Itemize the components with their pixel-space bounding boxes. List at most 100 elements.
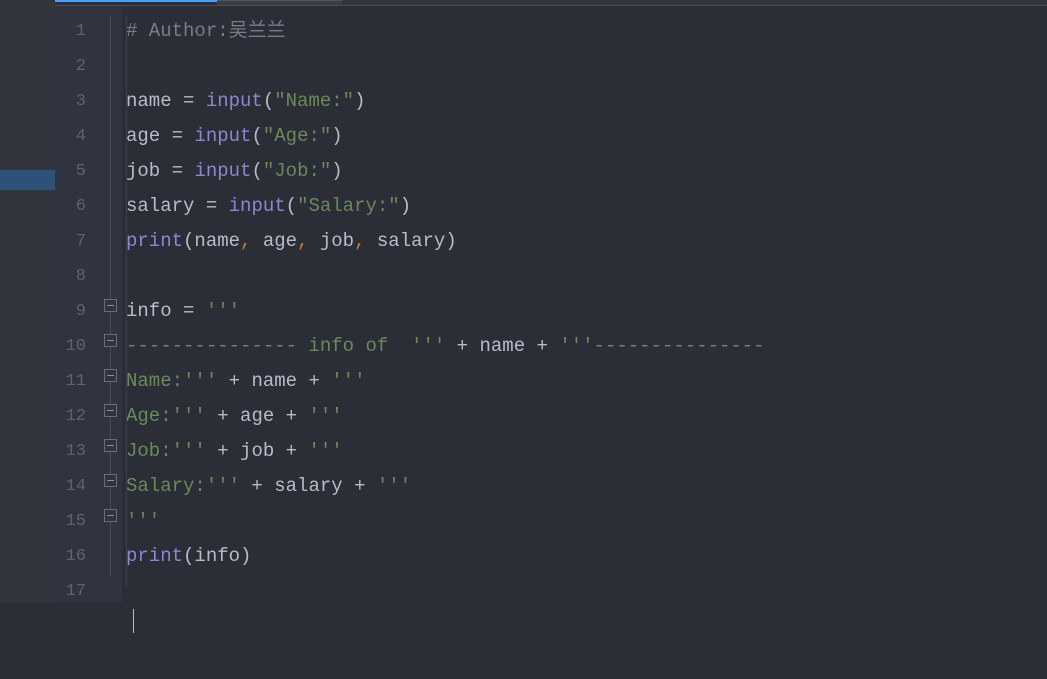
- builtin-function: input: [229, 195, 286, 217]
- operator: =: [172, 90, 206, 112]
- fold-column: [100, 6, 122, 602]
- code-line-14[interactable]: Salary:''' + salary + ''': [126, 469, 1047, 504]
- code-line-10[interactable]: --------------- info of ''' + name + '''…: [126, 329, 1047, 364]
- paren: (: [286, 195, 297, 217]
- fold-marker-icon[interactable]: [104, 404, 117, 417]
- line-number: 8: [55, 259, 86, 294]
- comma: ,: [354, 230, 365, 252]
- paren: (: [183, 545, 194, 567]
- operator: =: [160, 125, 194, 147]
- line-number: 9: [55, 294, 86, 329]
- string: ''': [308, 440, 342, 462]
- project-panel: [0, 0, 55, 602]
- builtin-function: print: [126, 545, 183, 567]
- paren: ): [331, 125, 342, 147]
- line-number: 7: [55, 224, 86, 259]
- comma: ,: [297, 230, 308, 252]
- paren: ): [400, 195, 411, 217]
- operator: +: [240, 475, 274, 497]
- fold-marker-icon[interactable]: [104, 334, 117, 347]
- line-number: 2: [55, 49, 86, 84]
- variable: name: [126, 90, 172, 112]
- fold-marker-icon[interactable]: [104, 299, 117, 312]
- comment: # Author:吴兰兰: [126, 20, 286, 42]
- editor-area: 1 2 3 4 5 6 7 8 9 10 11 12 13 14 15 16 1…: [55, 6, 1047, 602]
- code-line-15[interactable]: ''': [126, 504, 1047, 539]
- code-line-13[interactable]: Job:''' + job + ''': [126, 434, 1047, 469]
- line-number: 3: [55, 84, 86, 119]
- line-number: 13: [55, 434, 86, 469]
- code-line-16[interactable]: print(info): [126, 539, 1047, 574]
- operator: =: [194, 195, 228, 217]
- string: ''': [206, 300, 240, 322]
- line-number: 16: [55, 539, 86, 574]
- fold-marker-icon[interactable]: [104, 369, 117, 382]
- operator: +: [297, 370, 331, 392]
- paren: ): [354, 90, 365, 112]
- builtin-function: print: [126, 230, 183, 252]
- comma: ,: [240, 230, 251, 252]
- string: "Salary:": [297, 195, 400, 217]
- operator: +: [217, 370, 251, 392]
- variable: salary: [274, 475, 342, 497]
- variable: info: [126, 300, 172, 322]
- code-line-12[interactable]: Age:''' + age + ''': [126, 399, 1047, 434]
- code-line-6[interactable]: salary = input("Salary:"): [126, 189, 1047, 224]
- paren: (: [251, 160, 262, 182]
- operator: =: [172, 300, 206, 322]
- code-line-9[interactable]: info = ''': [126, 294, 1047, 329]
- builtin-function: input: [194, 125, 251, 147]
- paren: (: [251, 125, 262, 147]
- operator: =: [160, 160, 194, 182]
- variable: job: [126, 160, 160, 182]
- builtin-function: input: [206, 90, 263, 112]
- editor-container: 1 2 3 4 5 6 7 8 9 10 11 12 13 14 15 16 1…: [0, 0, 1047, 602]
- fold-marker-icon[interactable]: [104, 509, 117, 522]
- indent-guide: [126, 16, 127, 588]
- variable: age: [240, 405, 274, 427]
- line-number: 12: [55, 399, 86, 434]
- paren: (: [263, 90, 274, 112]
- fold-marker-icon[interactable]: [104, 474, 117, 487]
- paren: (: [183, 230, 194, 252]
- variable: name: [479, 335, 525, 357]
- string: "Name:": [274, 90, 354, 112]
- paren: ): [240, 545, 251, 567]
- code-line-3[interactable]: name = input("Name:"): [126, 84, 1047, 119]
- variable: job: [240, 440, 274, 462]
- variable: salary: [126, 195, 194, 217]
- line-number: 1: [55, 14, 86, 49]
- code-line-11[interactable]: Name:''' + name + ''': [126, 364, 1047, 399]
- string: Name:''': [126, 370, 217, 392]
- operator: +: [343, 475, 377, 497]
- fold-guide-line: [110, 16, 111, 576]
- operator: +: [206, 440, 240, 462]
- code-line-4[interactable]: age = input("Age:"): [126, 119, 1047, 154]
- code-line-2[interactable]: [126, 49, 1047, 84]
- string: "Job:": [263, 160, 331, 182]
- line-number: 10: [55, 329, 86, 364]
- paren: ): [331, 160, 342, 182]
- paren: ): [445, 230, 456, 252]
- project-selected-item[interactable]: [0, 170, 55, 190]
- line-numbers-gutter[interactable]: 1 2 3 4 5 6 7 8 9 10 11 12 13 14 15 16 1…: [55, 6, 100, 602]
- code-content[interactable]: # Author:吴兰兰 name = input("Name:") age =…: [122, 6, 1047, 602]
- string: ''': [126, 510, 160, 532]
- builtin-function: input: [194, 160, 251, 182]
- string: ''': [308, 405, 342, 427]
- variable: age: [126, 125, 160, 147]
- argument: salary: [377, 230, 445, 252]
- operator: +: [445, 335, 479, 357]
- code-line-1[interactable]: # Author:吴兰兰: [126, 14, 1047, 49]
- code-line-17[interactable]: [126, 574, 1047, 609]
- space: [251, 230, 262, 252]
- operator: +: [274, 405, 308, 427]
- fold-marker-icon[interactable]: [104, 439, 117, 452]
- string: Job:''': [126, 440, 206, 462]
- code-line-8[interactable]: [126, 259, 1047, 294]
- code-line-7[interactable]: print(name, age, job, salary): [126, 224, 1047, 259]
- line-number: 5: [55, 154, 86, 189]
- space: [366, 230, 377, 252]
- string: ''': [331, 370, 365, 392]
- code-line-5[interactable]: job = input("Job:"): [126, 154, 1047, 189]
